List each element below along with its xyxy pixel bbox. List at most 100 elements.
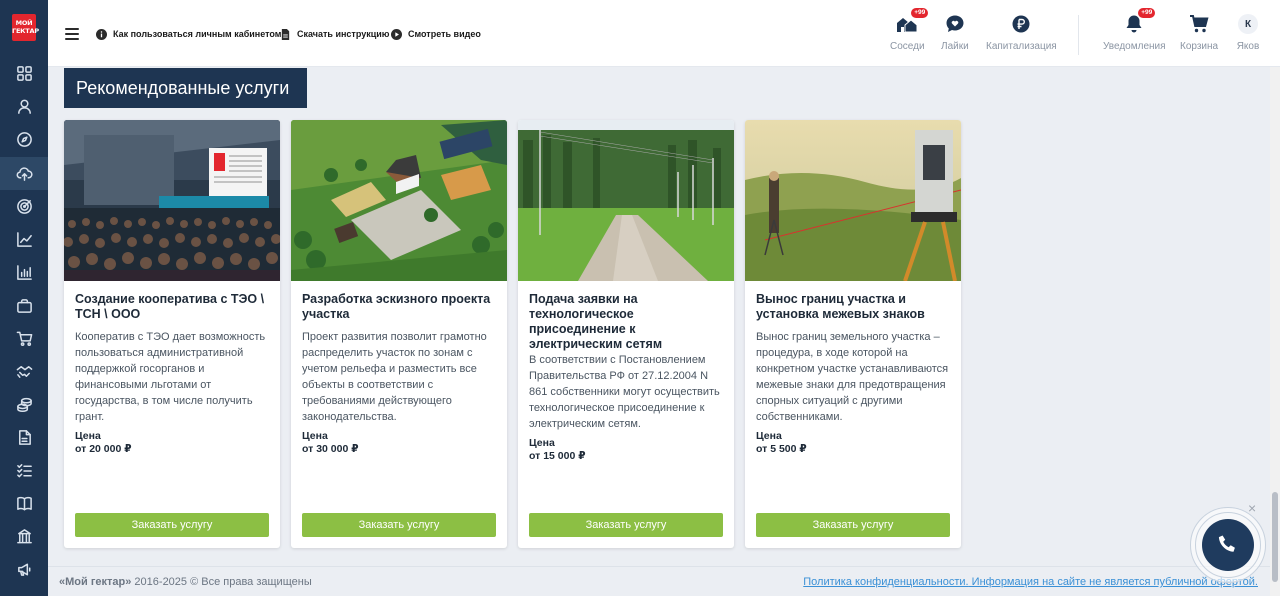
- price-value: от 15 000 ₽: [529, 450, 586, 462]
- compass-icon: [16, 132, 32, 147]
- sidebar-item-profile[interactable]: [0, 90, 48, 123]
- grid-icon: [16, 66, 32, 81]
- logo-line-2: ГЕКТАР: [12, 27, 39, 35]
- section-title: Рекомендованные услуги: [64, 68, 307, 108]
- order-service-button[interactable]: Заказать услугу: [302, 513, 496, 537]
- footer-brand: «Мой гектар»: [59, 576, 132, 588]
- phone-icon: [1218, 535, 1235, 552]
- service-card[interactable]: Разработка эскизного проекта участка Про…: [291, 120, 507, 548]
- cart-icon: [16, 331, 32, 347]
- notifications-badge: +99: [1138, 8, 1156, 18]
- call-widget-button[interactable]: [1190, 507, 1266, 583]
- copyright: «Мой гектар» 2016-2025 © Все права защищ…: [59, 576, 312, 588]
- download-instructions-link[interactable]: Скачать инструкцию: [280, 27, 389, 41]
- sidebar-item-shop[interactable]: [0, 322, 48, 355]
- notifications-button[interactable]: +99 Уведомления: [1103, 8, 1166, 52]
- book-icon: [16, 496, 32, 511]
- download-instructions-label: Скачать инструкцию: [297, 29, 390, 39]
- neighbors-badge: +99: [911, 8, 929, 18]
- order-service-button[interactable]: Заказать услугу: [756, 513, 950, 537]
- scrollbar-thumb[interactable]: [1272, 492, 1278, 582]
- sidebar-item-analytics[interactable]: [0, 223, 48, 256]
- sidebar-item-partners[interactable]: [0, 355, 48, 388]
- briefcase-icon: [16, 299, 32, 313]
- play-icon: [391, 28, 402, 40]
- sidebar-item-goals[interactable]: [0, 190, 48, 223]
- menu-toggle-icon[interactable]: [65, 28, 79, 40]
- avatar: К: [1238, 14, 1258, 34]
- sidebar-item-explore[interactable]: [0, 123, 48, 156]
- bar-chart-icon: [16, 265, 32, 280]
- target-icon: [16, 199, 32, 214]
- neighbors-label: Соседи: [890, 41, 925, 52]
- notifications-label: Уведомления: [1103, 41, 1166, 52]
- card-title: Вынос границ участка и установка межевых…: [756, 292, 925, 321]
- card-description: В соответствии с Постановлением Правител…: [529, 354, 720, 430]
- user-icon: [17, 99, 31, 114]
- sidebar-item-dashboard[interactable]: [0, 57, 48, 90]
- sidebar-item-stats[interactable]: [0, 256, 48, 289]
- road-with-power-lines-image: [518, 120, 734, 281]
- order-service-button[interactable]: Заказать услугу: [75, 513, 269, 537]
- like-icon: [946, 15, 964, 32]
- service-card[interactable]: Вынос границ участка и установка межевых…: [745, 120, 961, 548]
- logo-line-1: МОЙ: [15, 19, 33, 27]
- likes-label: Лайки: [941, 41, 969, 52]
- ruble-icon: [1012, 15, 1030, 33]
- document-icon: [18, 430, 31, 445]
- likes-button[interactable]: Лайки: [941, 12, 969, 52]
- price-label: Цена: [75, 430, 101, 442]
- checklist-icon: [16, 464, 32, 478]
- capitalization-button[interactable]: Капитализация: [986, 12, 1057, 52]
- megaphone-icon: [17, 563, 30, 576]
- logo[interactable]: МОЙ ГЕКТАР: [12, 14, 39, 41]
- neighbors-button[interactable]: +99 Соседи: [890, 8, 929, 52]
- price-label: Цена: [302, 430, 328, 442]
- capitalization-label: Капитализация: [986, 41, 1057, 52]
- card-title: Создание кооператива с ТЭО \ ТСН \ ООО: [75, 292, 265, 321]
- sidebar: МОЙ ГЕКТАР: [0, 0, 48, 596]
- sidebar-item-news[interactable]: [0, 553, 48, 586]
- card-description: Проект развития позволит грамотно распре…: [302, 331, 487, 423]
- user-name-label: Яков: [1236, 41, 1260, 52]
- sidebar-item-services[interactable]: [0, 157, 48, 190]
- user-profile-button[interactable]: К Яков: [1236, 12, 1260, 52]
- conference-hall-image: [64, 120, 280, 281]
- sidebar-item-finance[interactable]: [0, 388, 48, 421]
- price-value: от 5 500 ₽: [756, 443, 807, 455]
- service-card[interactable]: Создание кооператива с ТЭО \ ТСН \ ООО К…: [64, 120, 280, 548]
- privacy-policy-link[interactable]: Политика конфиденциальности.: [803, 576, 968, 588]
- price-value: от 30 000 ₽: [302, 443, 359, 455]
- sidebar-item-documents[interactable]: [0, 421, 48, 454]
- site-plan-render-image: [291, 120, 507, 281]
- watch-video-label: Смотреть видео: [408, 29, 481, 39]
- help-link[interactable]: Как пользоваться личным кабинетом?: [96, 27, 287, 41]
- footer: «Мой гектар» 2016-2025 © Все права защищ…: [48, 566, 1270, 596]
- card-title: Разработка эскизного проекта участка: [302, 292, 491, 321]
- card-description: Вынос границ земельного участка – процед…: [756, 331, 949, 423]
- sidebar-item-library[interactable]: [0, 487, 48, 520]
- price-label: Цена: [529, 437, 555, 449]
- watch-video-link[interactable]: Смотреть видео: [391, 27, 481, 41]
- footer-rights: 2016-2025 © Все права защищены: [131, 576, 312, 588]
- cloud-upload-icon: [16, 167, 33, 181]
- chart-line-icon: [16, 232, 32, 247]
- help-link-label: Как пользоваться личным кабинетом?: [113, 29, 287, 39]
- sidebar-item-tasks[interactable]: [0, 454, 48, 487]
- surveyor-field-image: [745, 120, 961, 281]
- cart-icon: [1190, 15, 1209, 33]
- cart-label: Корзина: [1180, 41, 1219, 52]
- handshake-icon: [16, 366, 32, 378]
- sidebar-item-business[interactable]: [0, 289, 48, 322]
- page-scrollbar[interactable]: [1270, 67, 1280, 596]
- order-service-button[interactable]: Заказать услугу: [529, 513, 723, 537]
- coins-icon: [16, 397, 32, 413]
- service-card[interactable]: Подача заявки на технологическое присоед…: [518, 120, 734, 548]
- cart-button[interactable]: Корзина: [1180, 12, 1218, 52]
- price-value: от 20 000 ₽: [75, 443, 132, 455]
- sidebar-item-community[interactable]: [0, 520, 48, 553]
- card-description: Кооператив с ТЭО дает возможность пользо…: [75, 331, 266, 423]
- building-icon: [16, 529, 32, 544]
- price-label: Цена: [756, 430, 782, 442]
- file-icon: [281, 28, 290, 40]
